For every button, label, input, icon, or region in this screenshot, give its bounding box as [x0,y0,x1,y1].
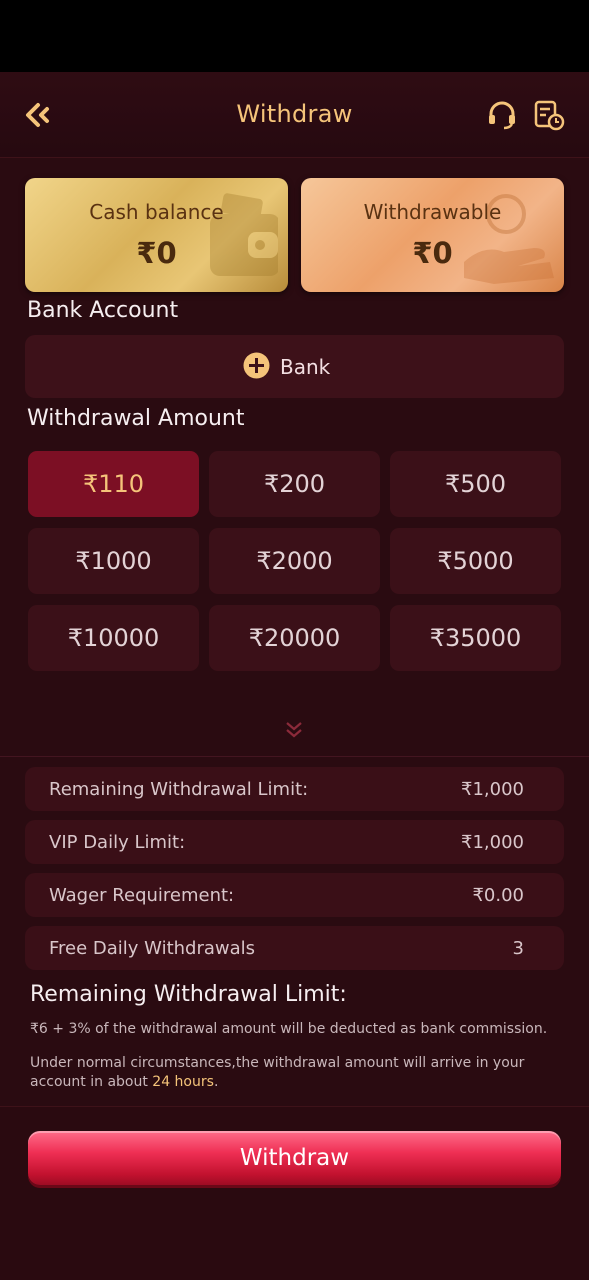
info-value: 3 [512,938,524,959]
info-label: VIP Daily Limit: [49,832,186,853]
header: Withdraw [0,72,589,158]
plus-circle-icon [243,352,270,379]
bank-account-title: Bank Account [27,298,179,323]
amount-option[interactable]: ₹2000 [209,528,380,594]
withdrawable-card: Withdrawable ₹0 [301,178,564,292]
info-value: ₹0.00 [472,885,524,906]
headset-icon [489,101,515,130]
history-icon [534,100,565,131]
withdrawal-amount-title: Withdrawal Amount [27,406,245,431]
support-button[interactable] [486,99,518,131]
amount-option[interactable]: ₹20000 [209,605,380,671]
commission-note: ₹6 + 3% of the withdrawal amount will be… [30,1021,548,1037]
info-row: Remaining Withdrawal Limit: ₹1,000 [25,767,564,811]
withdrawable-value: ₹0 [412,236,453,270]
amount-option[interactable]: ₹5000 [390,528,561,594]
cash-balance-card: Cash balance ₹0 [25,178,288,292]
double-chevron-down-icon[interactable] [283,720,305,740]
arrival-note: Under normal circumstances,the withdrawa… [30,1054,560,1092]
arrival-note-text: Under normal circumstances,the withdrawa… [30,1055,525,1090]
divider [0,756,589,757]
limit-title: Remaining Withdrawal Limit: [30,982,347,1007]
amount-option[interactable]: ₹500 [390,451,561,517]
info-label: Free Daily Withdrawals [49,938,256,959]
arrival-note-suffix: . [213,1074,219,1090]
add-bank-label: Bank [280,355,331,379]
info-label: Wager Requirement: [49,885,235,906]
amount-option[interactable]: ₹110 [28,451,199,517]
cash-balance-label: Cash balance [89,200,224,224]
amount-option[interactable]: ₹200 [209,451,380,517]
footer: Withdraw [0,1106,589,1280]
withdraw-history-button[interactable] [532,98,566,132]
amount-option[interactable]: ₹35000 [390,605,561,671]
amount-option[interactable]: ₹1000 [28,528,199,594]
withdrawable-label: Withdrawable [363,200,502,224]
info-value: ₹1,000 [461,779,524,800]
info-value: ₹1,000 [461,832,524,853]
cash-balance-value: ₹0 [136,236,177,270]
withdraw-button[interactable]: Withdraw [28,1131,561,1185]
arrival-time: 24 hours [152,1074,214,1090]
info-row: Free Daily Withdrawals 3 [25,926,564,970]
withdraw-screen: Withdraw Cash balance ₹0 Withdrawable ₹0… [0,72,589,1280]
amount-option[interactable]: ₹10000 [28,605,199,671]
info-row: Wager Requirement: ₹0.00 [25,873,564,917]
info-row: VIP Daily Limit: ₹1,000 [25,820,564,864]
add-bank-button[interactable]: Bank [25,335,564,398]
info-label: Remaining Withdrawal Limit: [49,779,309,800]
